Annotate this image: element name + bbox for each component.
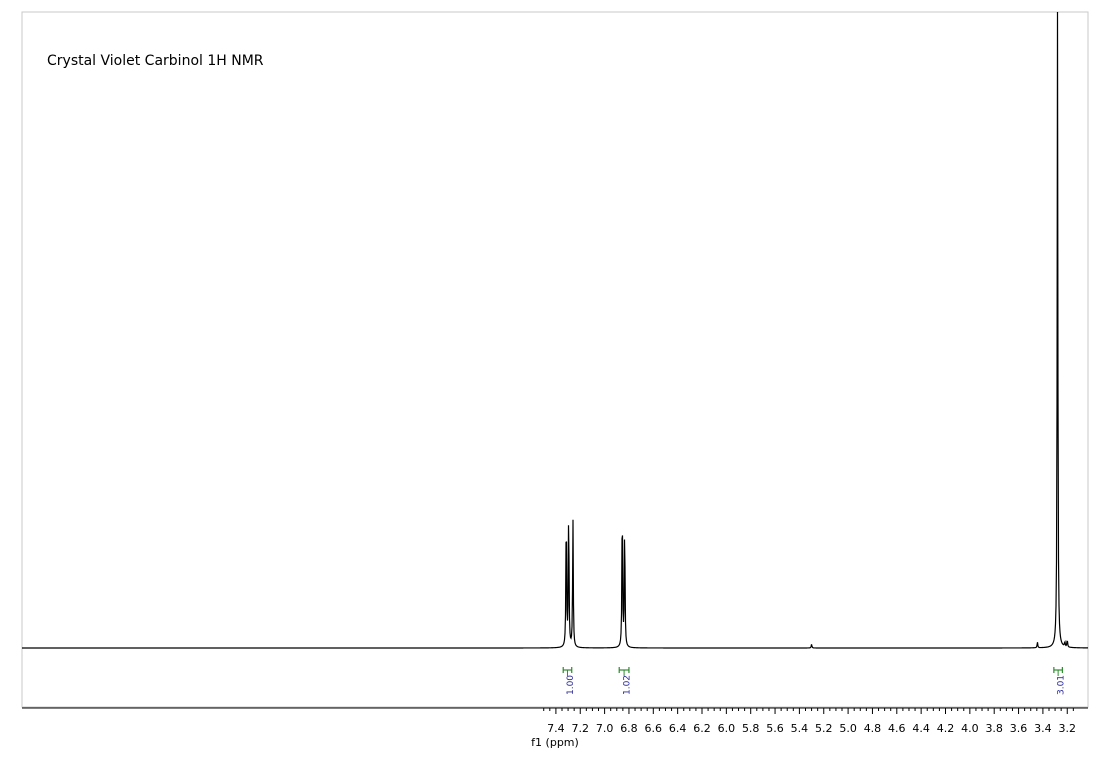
x-tick-label: 7.4 bbox=[547, 722, 565, 735]
x-tick-label: 4.0 bbox=[961, 722, 979, 735]
x-tick-label: 5.2 bbox=[815, 722, 833, 735]
chart-title: Crystal Violet Carbinol 1H NMR bbox=[47, 53, 264, 69]
spectrum-layer bbox=[22, 11, 1089, 649]
x-tick-label: 5.8 bbox=[742, 722, 760, 735]
x-tick-label: 3.2 bbox=[1059, 722, 1077, 735]
integral-label: 1.02 bbox=[623, 675, 633, 695]
x-tick-label: 4.4 bbox=[912, 722, 930, 735]
x-axis-ticks: 7.4 7.2 7.0 6.8 6.6 6.4 6.2 6.0 5.8 5.6 5.4 5.2 5.0 4… bbox=[543, 708, 1077, 735]
x-axis-label: f1 (ppm) bbox=[531, 736, 579, 749]
x-tick-label: 4.6 bbox=[888, 722, 906, 735]
nmr-spectrum-chart: Crystal Violet Carbinol 1H NMR 1.00 1.02 3… bbox=[0, 0, 1107, 761]
plot-frame bbox=[21, 11, 1089, 708]
x-tick-label: 3.6 bbox=[1010, 722, 1028, 735]
nmr-spectrum-svg: Crystal Violet Carbinol 1H NMR 1.00 1.02 3… bbox=[21, 11, 1089, 749]
x-tick-label: 5.4 bbox=[791, 722, 809, 735]
x-tick-label: 3.4 bbox=[1034, 722, 1052, 735]
x-tick-label: 4.2 bbox=[937, 722, 955, 735]
integral-label: 1.00 bbox=[566, 675, 576, 695]
x-tick-label: 3.8 bbox=[985, 722, 1003, 735]
x-tick-label: 7.0 bbox=[596, 722, 614, 735]
integral-layer: 1.00 1.02 3.01 bbox=[562, 667, 1067, 695]
integral-marker: 1.02 bbox=[618, 667, 633, 695]
x-tick-label: 7.2 bbox=[572, 722, 590, 735]
x-tick-label: 4.8 bbox=[864, 722, 882, 735]
x-tick-label: 6.6 bbox=[645, 722, 663, 735]
x-tick-label: 6.8 bbox=[620, 722, 638, 735]
x-tick-label: 6.0 bbox=[718, 722, 736, 735]
spectrum-trace bbox=[22, 11, 1089, 649]
x-tick-label: 5.6 bbox=[766, 722, 784, 735]
integral-label: 3.01 bbox=[1057, 675, 1067, 695]
integral-marker: 3.01 bbox=[1053, 667, 1067, 695]
x-tick-label: 6.4 bbox=[669, 722, 687, 735]
x-tick-label: 5.0 bbox=[839, 722, 857, 735]
integral-marker: 1.00 bbox=[562, 667, 576, 695]
x-tick-label: 6.2 bbox=[693, 722, 711, 735]
